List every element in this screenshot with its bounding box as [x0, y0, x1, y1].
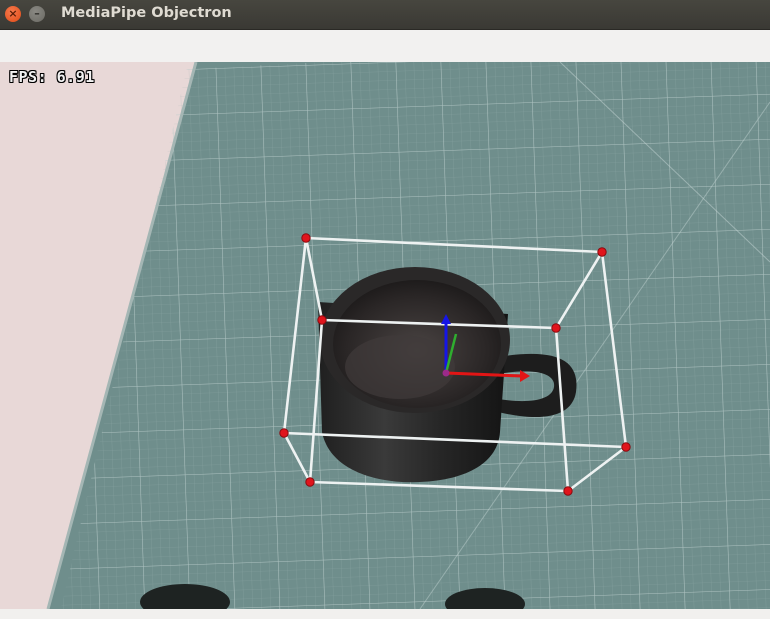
fps-value: 6.91 — [56, 68, 95, 86]
keypoint — [597, 247, 607, 257]
object-center-point — [442, 369, 450, 377]
keypoint — [551, 323, 561, 333]
close-icon: × — [8, 7, 18, 20]
keypoint — [301, 233, 311, 243]
keypoint — [563, 486, 573, 496]
fps-label: FPS: — [9, 68, 48, 86]
window-title: MediaPipe Objectron — [61, 5, 232, 21]
minimize-button[interactable]: – — [29, 6, 45, 22]
keypoint — [317, 315, 327, 325]
keypoint — [279, 428, 289, 438]
keypoint — [621, 442, 631, 452]
fps-counter: FPS: 6.91 — [9, 68, 95, 86]
keypoint — [305, 477, 315, 487]
minimize-icon: – — [34, 7, 40, 20]
window-bottom-edge — [0, 609, 770, 619]
camera-frame — [0, 62, 770, 609]
close-button[interactable]: × — [5, 6, 21, 22]
window-toolbar-area — [0, 30, 770, 62]
window-titlebar[interactable]: × – MediaPipe Objectron — [0, 0, 770, 30]
camera-view — [0, 62, 770, 609]
